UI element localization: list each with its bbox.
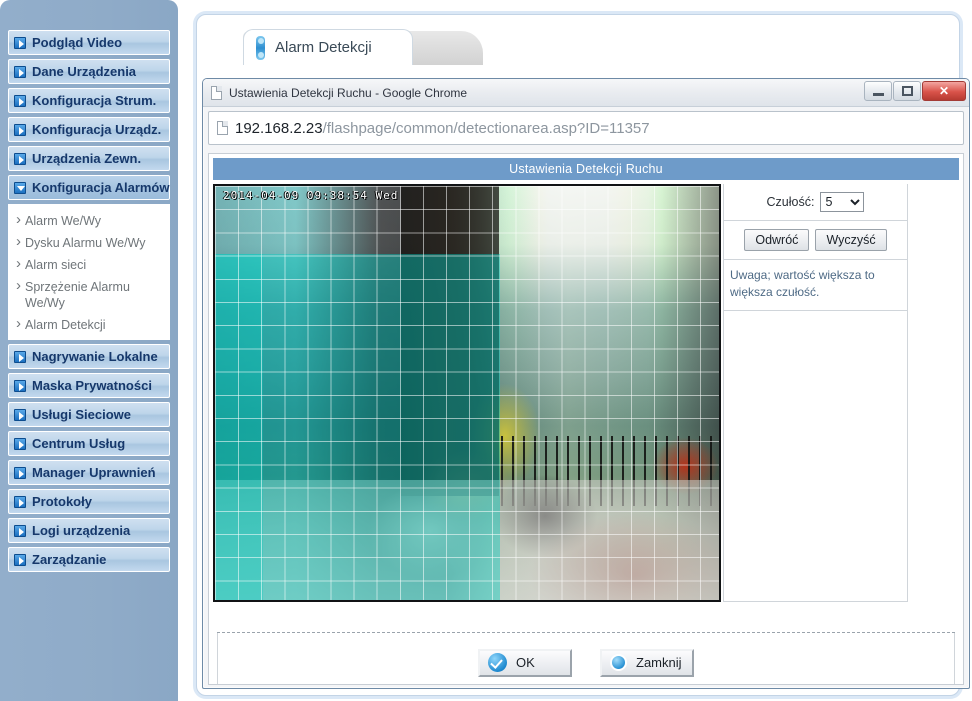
- sidebar-item-label: Nagrywanie Lokalne: [32, 349, 158, 364]
- arrow-right-icon: [14, 152, 26, 165]
- tab-label: Alarm Detekcji: [275, 39, 372, 56]
- sidebar-item-label: Podgląd Video: [32, 35, 123, 50]
- toggle-pill-icon: [256, 35, 265, 60]
- sidebar-item-label: Manager Uprawnień: [32, 465, 156, 480]
- sidebar-item-zarzadzanie[interactable]: Zarządzanie: [8, 547, 170, 572]
- url-path: /flashpage/common/detectionarea.asp?ID=1…: [322, 119, 650, 137]
- sidebar-item-label: Maska Prywatności: [32, 378, 152, 393]
- arrow-right-icon: [14, 36, 26, 49]
- sidebar-item-label: Logi urządzenia: [32, 523, 131, 538]
- sidebar-item-protokoly[interactable]: Protokoły: [8, 489, 170, 514]
- arrow-right-icon: [14, 94, 26, 107]
- sidebar-item-nagrywanie-lokalne[interactable]: Nagrywanie Lokalne: [8, 344, 170, 369]
- arrow-down-icon: [14, 181, 26, 194]
- minimize-button[interactable]: [864, 81, 892, 101]
- url-host: 192.168.2.23: [235, 119, 323, 137]
- arrow-right-icon: [14, 495, 26, 508]
- sidebar-submenu-alarms: Alarm We/Wy Dysku Alarmu We/Wy Alarm sie…: [8, 204, 170, 340]
- sidebar-item-label: Urządzenia Zewn.: [32, 151, 142, 166]
- arrow-right-icon: [14, 379, 26, 392]
- arrow-right-icon: [14, 524, 26, 537]
- close-dialog-button[interactable]: Zamknij: [600, 648, 694, 677]
- browser-title-bar[interactable]: Ustawienia Detekcji Ruchu - Google Chrom…: [203, 79, 969, 107]
- snapshot-timestamp: 2014-04-09 09:38:54 Wed: [223, 189, 399, 202]
- sidebar-item-label: Konfiguracja Alarmów: [32, 180, 170, 195]
- arrow-right-icon: [14, 437, 26, 450]
- arrow-right-icon: [14, 350, 26, 363]
- invert-button[interactable]: Odwróć: [744, 229, 810, 251]
- detection-grid-overlay[interactable]: [215, 186, 719, 600]
- maximize-icon: [901, 86, 913, 96]
- circle-icon: [610, 654, 627, 671]
- sidebar-item-label: Centrum Usług: [32, 436, 126, 451]
- dialog-header-title: Ustawienia Detekcji Ruchu: [213, 158, 959, 180]
- tab-strip: Alarm Detekcji: [197, 23, 959, 65]
- sidebar-item-urzadzenia-zewn[interactable]: Urządzenia Zewn.: [8, 146, 170, 171]
- tab-alarm-detekcji[interactable]: Alarm Detekcji: [243, 29, 413, 65]
- sidebar-subitem-dysku-alarmu[interactable]: Dysku Alarmu We/Wy: [9, 232, 169, 254]
- window-controls: ✕: [864, 81, 966, 101]
- detection-side-panel: Czułość: 5 Odwróć Wyczyść Uwaga; wartość…: [723, 184, 908, 602]
- sidebar-subitem-alarm-sieci[interactable]: Alarm sieci: [9, 254, 169, 276]
- url-text: 192.168.2.23/flashpage/common/detectiona…: [235, 120, 650, 137]
- sidebar-subitem-alarm-detekcji[interactable]: Alarm Detekcji: [9, 314, 169, 336]
- maximize-button[interactable]: [893, 81, 921, 101]
- sidebar-item-manager-uprawnien[interactable]: Manager Uprawnień: [8, 460, 170, 485]
- sidebar-item-logi-urzadzenia[interactable]: Logi urządzenia: [8, 518, 170, 543]
- page-icon: [211, 85, 222, 100]
- sidebar-item-label: Konfiguracja Urządz.: [32, 122, 162, 137]
- sidebar-nav: Podgląd Video Dane Urządzenia Konfigurac…: [8, 30, 170, 576]
- sidebar-item-label: Dane Urządzenia: [32, 64, 137, 79]
- dialog-footer: OK Zamknij: [217, 633, 955, 684]
- page-icon: [217, 121, 228, 135]
- sensitivity-label: Czułość:: [766, 195, 815, 209]
- browser-window: Ustawienia Detekcji Ruchu - Google Chrom…: [202, 78, 970, 689]
- sidebar-item-maska-prywatnosci[interactable]: Maska Prywatności: [8, 373, 170, 398]
- browser-viewport: Ustawienia Detekcji Ruchu 2014-04-09 09:…: [208, 153, 964, 685]
- minimize-icon: [872, 93, 884, 96]
- close-button[interactable]: ✕: [922, 81, 966, 101]
- motion-detection-canvas[interactable]: 2014-04-09 09:38:54 Wed: [213, 184, 721, 602]
- sidebar-item-podglad-video[interactable]: Podgląd Video: [8, 30, 170, 55]
- sidebar-item-konfiguracja-strum[interactable]: Konfiguracja Strum.: [8, 88, 170, 113]
- sidebar-item-dane-urzadzenia[interactable]: Dane Urządzenia: [8, 59, 170, 84]
- sensitivity-row: Czułość: 5: [724, 184, 907, 221]
- sidebar-item-label: Konfiguracja Strum.: [32, 93, 157, 108]
- ok-button-label: OK: [516, 655, 535, 670]
- sidebar-item-label: Protokoły: [32, 494, 92, 509]
- arrow-right-icon: [14, 466, 26, 479]
- check-circle-icon: [488, 653, 507, 672]
- sidebar-subitem-sprzezenie-alarmu[interactable]: Sprzężenie Alarmu We/Wy: [9, 276, 169, 314]
- sidebar-item-label: Usługi Sieciowe: [32, 407, 131, 422]
- arrow-right-icon: [14, 123, 26, 136]
- sidebar-item-centrum-uslug[interactable]: Centrum Usług: [8, 431, 170, 456]
- sidebar-subitem-alarm-wewy[interactable]: Alarm We/Wy: [9, 210, 169, 232]
- address-bar[interactable]: 192.168.2.23/flashpage/common/detectiona…: [208, 111, 964, 145]
- clear-button[interactable]: Wyczyść: [815, 229, 887, 251]
- arrow-right-icon: [14, 65, 26, 78]
- arrow-right-icon: [14, 553, 26, 566]
- sensitivity-note: Uwaga; wartość większa to większa czułoś…: [724, 260, 907, 311]
- close-dialog-button-label: Zamknij: [636, 655, 682, 670]
- sidebar-item-konfiguracja-alarmow[interactable]: Konfiguracja Alarmów: [8, 175, 170, 200]
- browser-window-title: Ustawienia Detekcji Ruchu - Google Chrom…: [229, 85, 468, 100]
- sidebar: Podgląd Video Dane Urządzenia Konfigurac…: [0, 0, 178, 701]
- sidebar-item-uslugi-sieciowe[interactable]: Usługi Sieciowe: [8, 402, 170, 427]
- sidebar-item-konfiguracja-urzadz[interactable]: Konfiguracja Urządz.: [8, 117, 170, 142]
- ok-button[interactable]: OK: [478, 648, 572, 677]
- sensitivity-select[interactable]: 5: [820, 192, 865, 212]
- sidebar-item-label: Zarządzanie: [32, 552, 107, 567]
- action-buttons-row: Odwróć Wyczyść: [724, 221, 907, 260]
- arrow-right-icon: [14, 408, 26, 421]
- dialog-body: 2014-04-09 09:38:54 Wed Czułość: 5 Odwró…: [213, 184, 959, 684]
